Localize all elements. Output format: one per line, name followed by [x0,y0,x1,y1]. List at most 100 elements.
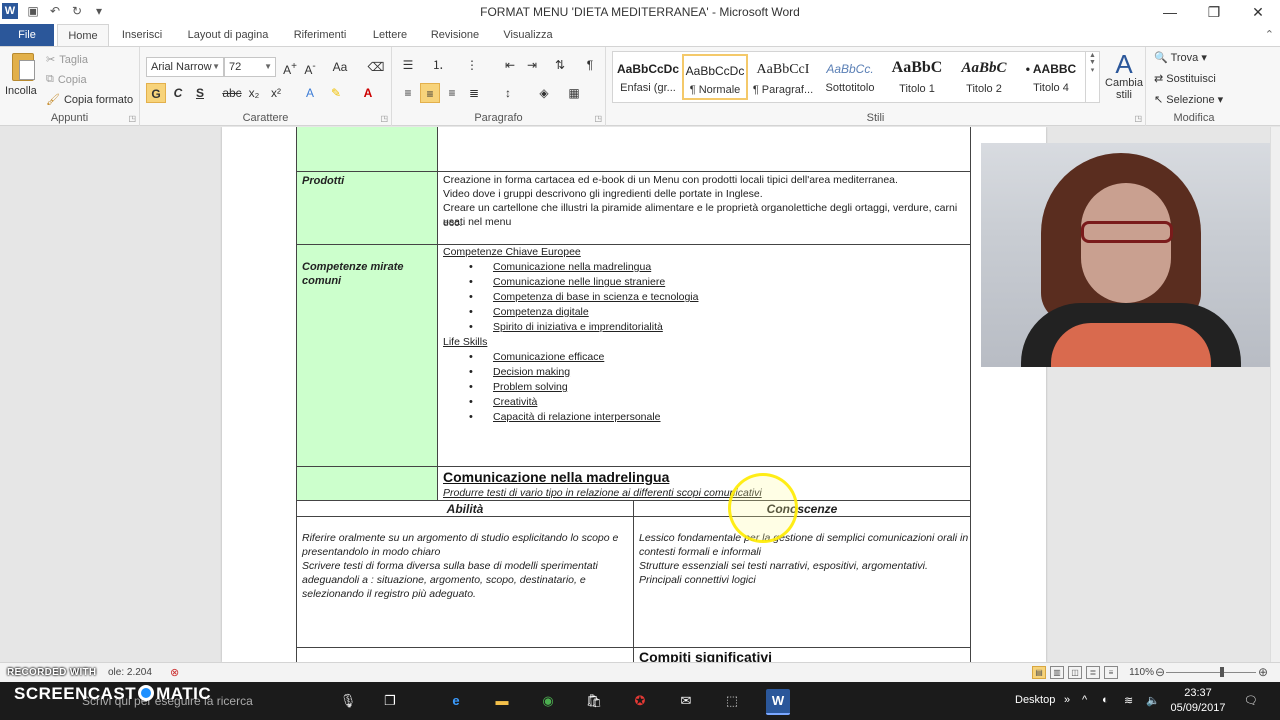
tab-home[interactable]: Home [57,24,109,46]
paste-button[interactable]: Incolla [5,85,37,97]
tab-inserisci[interactable]: Inserisci [120,24,164,46]
chrome-icon[interactable]: ◉ [536,689,560,713]
copy-label: Copia [57,73,87,86]
notifications-icon[interactable]: 🗨 [1244,694,1258,707]
tab-lettere[interactable]: Lettere [369,24,411,46]
desktop-toolbar[interactable]: Desktop [1015,694,1055,706]
wifi-icon[interactable]: ≋ [1124,694,1133,707]
close-button[interactable]: ✕ [1236,0,1280,24]
gallery-scroll[interactable]: ▲ ▼ ▾ [1085,52,1099,102]
zoom-out-icon[interactable]: ⊖ [1155,665,1165,679]
prodotti-line: Video dove i gruppi descrivono gli ingre… [443,188,763,200]
word-taskbar-icon[interactable]: W [766,689,790,715]
pilcrow-icon[interactable]: ¶ [580,55,600,75]
conoscenze-line: Strutture essenziali sei testi narrativi… [639,560,928,572]
style-normale[interactable]: AaBbCcDc ¶ Normale [682,54,748,100]
app-icon[interactable]: ✪ [628,689,652,713]
change-case-icon[interactable]: Aa [330,57,350,77]
snipping-icon[interactable]: ⬚ [720,689,744,713]
clock[interactable]: 23:37 05/09/2017 [1168,686,1228,716]
table-cell-competenze: Competenze Chiave Europee Comunicazione … [437,244,971,467]
replace-label: Sostituisci [1166,73,1216,85]
style-titolo-1[interactable]: AaBbC Titolo 1 [884,54,950,100]
decrease-indent-icon[interactable]: ⇤ [500,55,520,75]
font-size-combo[interactable]: 72 ▼ [224,57,276,77]
bold-icon[interactable]: G [146,83,166,103]
style-titolo-4[interactable]: • AABBC Titolo 4 [1018,54,1084,100]
web-layout-icon[interactable]: ◫ [1068,666,1082,679]
tab-layout-di-pagina[interactable]: Layout di pagina [184,24,272,46]
strikethrough-icon[interactable]: abc [222,83,242,103]
print-layout-icon[interactable]: ▤ [1032,666,1046,679]
numbering-icon[interactable]: ⒈ [428,55,448,75]
justify-icon[interactable]: ≣ [464,83,484,103]
borders-icon[interactable]: ▦ [564,83,584,103]
task-view-icon[interactable]: ❐ [378,689,402,713]
align-right-icon[interactable]: ≡ [442,83,462,103]
chevron-up-icon[interactable]: ⌃ [1265,28,1274,41]
tab-visualizza[interactable]: Visualizza [502,24,554,46]
sort-icon[interactable]: ⇅ [550,55,570,75]
minimize-button[interactable]: — [1148,0,1192,24]
dialog-launcher-icon[interactable]: ◳ [380,114,388,123]
maximize-button[interactable]: ❐ [1192,0,1236,24]
dialog-launcher-icon[interactable]: ◳ [594,114,602,123]
format-painter-button[interactable]: 🖌 Copia formato [46,93,133,107]
paste-icon[interactable] [12,53,35,81]
outline-icon[interactable]: ≣ [1086,666,1100,679]
zoom-level[interactable]: 110% [1129,667,1154,678]
dialog-launcher-icon[interactable]: ◳ [128,114,136,123]
style-sottotitolo[interactable]: AaBbCc. Sottotitolo [817,54,883,100]
store-icon[interactable]: 🛍 [582,689,606,713]
superscript-icon[interactable]: x² [266,83,286,103]
tab-riferimenti[interactable]: Riferimenti [290,24,350,46]
full-screen-reading-icon[interactable]: ▥ [1050,666,1064,679]
italic-icon[interactable]: C [168,83,188,103]
cut-button[interactable]: ✂ Taglia [46,53,88,67]
document-page[interactable]: Prodotti Creazione in forma cartacea ed … [222,127,1046,662]
mail-icon[interactable]: ✉ [674,689,698,713]
clear-formatting-icon[interactable]: ⌫ [366,57,386,77]
tab-revisione[interactable]: Revisione [429,24,481,46]
zoom-slider[interactable] [1166,667,1256,677]
shading-icon[interactable]: ◈ [534,83,554,103]
zoom-in-icon[interactable]: ⊕ [1258,665,1268,679]
subscript-icon[interactable]: x₂ [244,83,264,103]
tab-file[interactable]: File [0,24,54,46]
line-spacing-icon[interactable]: ↕ [498,83,518,103]
shrink-font-icon[interactable]: A- [300,57,320,77]
file-explorer-icon[interactable]: ▬ [490,689,514,713]
style-name: ¶ Paragraf... [752,84,814,96]
align-left-icon[interactable]: ≡ [398,83,418,103]
vertical-scrollbar[interactable] [1270,127,1280,662]
grow-font-icon[interactable]: A+ [280,57,300,77]
clock-time: 23:37 [1184,687,1212,699]
increase-indent-icon[interactable]: ⇥ [522,55,542,75]
proofing-icon[interactable]: ⊗ [170,666,179,679]
font-name-combo[interactable]: Arial Narrow ▼ [146,57,224,77]
style-paragrafo[interactable]: AaBbCcI ¶ Paragraf... [750,54,816,100]
draft-icon[interactable]: ≡ [1104,666,1118,679]
edge-icon[interactable]: e [444,689,468,713]
change-styles-button[interactable]: A Cambia stili [1104,51,1144,101]
multilevel-list-icon[interactable]: ⋮ [462,55,482,75]
volume-icon[interactable]: 🔈 [1146,694,1160,707]
font-color-icon[interactable]: A [358,83,378,103]
microphone-icon[interactable]: 🎙 [336,689,360,713]
replace-button[interactable]: ⇄ Sostituisci [1154,72,1216,85]
text-effects-icon[interactable]: A [300,83,320,103]
chevron-right-icon[interactable]: » [1064,694,1070,706]
style-titolo-2[interactable]: AaBbC Titolo 2 [951,54,1017,100]
network-icon[interactable]: ◐ [1102,694,1109,706]
style-enfasi[interactable]: AaBbCcDc Enfasi (gr... [615,54,681,100]
select-button[interactable]: ↖ Selezione ▾ [1154,93,1223,106]
copy-button[interactable]: ⧉ Copia [46,73,87,86]
align-center-icon[interactable]: ≡ [420,83,440,103]
chevron-up-icon[interactable]: ^ [1082,694,1087,706]
highlight-icon[interactable]: ✎ [326,83,346,103]
dialog-launcher-icon[interactable]: ◳ [1134,114,1142,123]
bullets-icon[interactable]: ☰ [398,55,418,75]
find-button[interactable]: 🔍 Trova ▾ [1154,51,1207,64]
underline-icon[interactable]: S [190,83,210,103]
word-count[interactable]: ole: 2.204 [108,667,152,678]
